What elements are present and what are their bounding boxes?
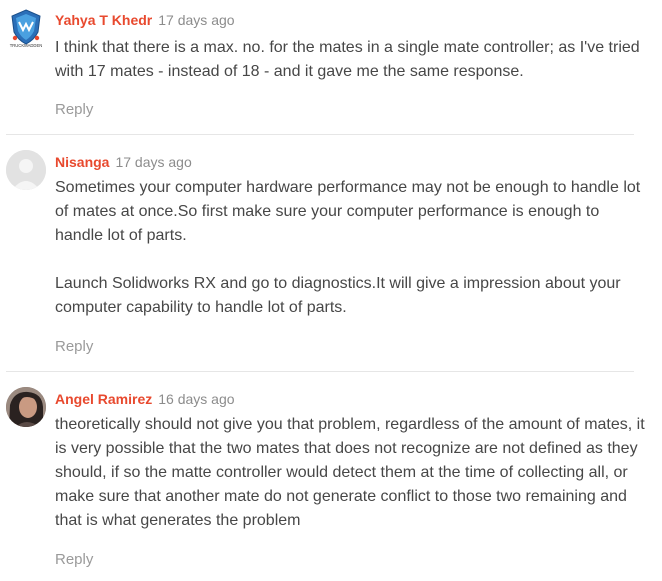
reply-button[interactable]: Reply	[55, 337, 93, 357]
timestamp[interactable]: 16 days ago	[158, 391, 234, 407]
user-photo-icon	[6, 387, 46, 427]
comment-meta: Nisanga 17 days ago	[55, 152, 192, 172]
comment-paragraph: Launch Solidworks RX and go to diagnosti…	[55, 275, 621, 316]
divider	[6, 134, 634, 135]
avatar-badge-text: TRUCKMADDEN	[10, 43, 43, 48]
comment-paragraph: theoretically should not give you that p…	[55, 416, 645, 529]
avatar[interactable]	[6, 387, 46, 427]
comment-body: theoretically should not give you that p…	[55, 413, 645, 533]
default-user-icon	[6, 150, 46, 190]
timestamp[interactable]: 17 days ago	[158, 12, 234, 28]
comment-paragraph: Sometimes your computer hardware perform…	[55, 179, 641, 244]
author-name[interactable]: Nisanga	[55, 154, 109, 170]
comment-paragraph: I think that there is a max. no. for the…	[55, 39, 640, 80]
reply-button[interactable]: Reply	[55, 100, 93, 120]
reply-button[interactable]: Reply	[55, 550, 93, 570]
comment-body: Sometimes your computer hardware perform…	[55, 176, 645, 320]
author-name[interactable]: Angel Ramirez	[55, 391, 152, 407]
comment-meta: Yahya T Khedr 17 days ago	[55, 10, 235, 30]
avatar[interactable]: TRUCKMADDEN	[6, 8, 46, 48]
divider	[6, 371, 634, 372]
shield-logo-icon: TRUCKMADDEN	[10, 9, 43, 48]
comment-body: I think that there is a max. no. for the…	[55, 36, 645, 84]
avatar[interactable]	[6, 150, 46, 190]
author-name[interactable]: Yahya T Khedr	[55, 12, 152, 28]
comment-meta: Angel Ramirez 16 days ago	[55, 389, 235, 409]
timestamp[interactable]: 17 days ago	[115, 154, 191, 170]
